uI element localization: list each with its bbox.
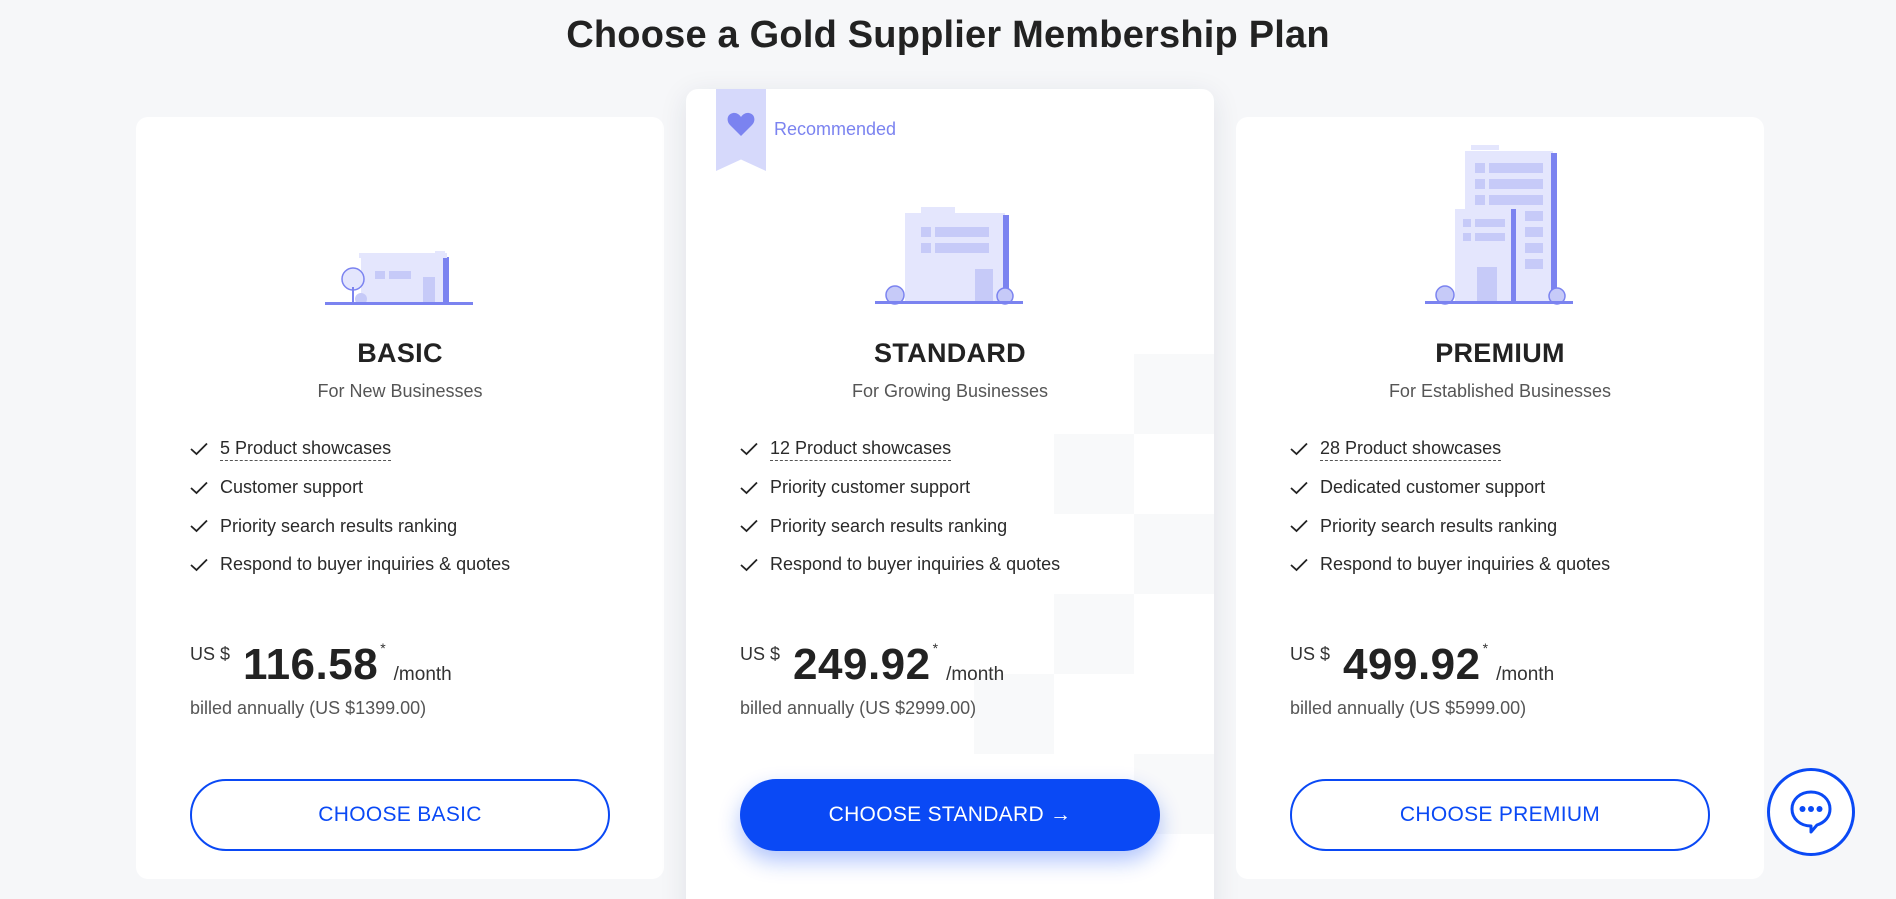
feature-text: Dedicated customer support	[1320, 477, 1546, 498]
check-icon	[1290, 520, 1308, 533]
price: US $ 499.92 * /month	[1290, 640, 1554, 687]
feature-text: Customer support	[220, 477, 364, 498]
feature-text: Priority search results ranking	[1320, 515, 1558, 536]
price-asterisk: *	[380, 640, 386, 656]
price-asterisk: *	[932, 640, 939, 656]
feature-text[interactable]: 12 Product showcases	[770, 438, 952, 461]
feature-item: 5 Product showcases	[190, 430, 510, 469]
feature-item: Dedicated customer support	[1290, 469, 1610, 508]
feature-text: Respond to buyer inquiries & quotes	[1320, 554, 1611, 575]
price-asterisk: *	[1482, 640, 1489, 656]
price: US $ 116.58 * /month	[190, 640, 452, 687]
feature-item: Customer support	[190, 469, 510, 508]
page-title: Choose a Gold Supplier Membership Plan	[566, 14, 1330, 56]
check-icon	[740, 481, 758, 494]
currency-label: US $	[190, 644, 231, 664]
price: US $ 249.92 * /month	[740, 640, 1004, 687]
currency-label: US $	[1290, 644, 1331, 664]
feature-text: Priority search results ranking	[220, 515, 458, 536]
feature-item: 28 Product showcases	[1290, 430, 1610, 469]
price-amount: 499.92	[1343, 640, 1481, 689]
plan-card-premium: PREMIUM For Established Businesses 28 Pr…	[1236, 117, 1764, 879]
check-icon	[740, 443, 758, 456]
price-amount: 116.58	[243, 640, 379, 689]
feature-item: Priority search results ranking	[1290, 507, 1610, 546]
price-period: /month	[393, 664, 452, 685]
choose-standard-button[interactable]: CHOOSE STANDARD →	[740, 779, 1160, 851]
feature-text[interactable]: 28 Product showcases	[1320, 438, 1502, 461]
check-icon	[1290, 558, 1308, 571]
price-period: /month	[946, 664, 1005, 685]
plan-subtitle: For Growing Businesses	[851, 381, 1049, 401]
price-period: /month	[1496, 664, 1555, 685]
check-icon	[740, 520, 758, 533]
check-icon	[1290, 481, 1308, 494]
check-icon	[190, 558, 208, 571]
plan-subtitle: For New Businesses	[317, 381, 483, 401]
choose-basic-button[interactable]: CHOOSE BASIC	[190, 779, 610, 851]
feature-text: Respond to buyer inquiries & quotes	[770, 554, 1061, 575]
check-icon	[190, 481, 208, 494]
feature-text: Priority customer support	[770, 477, 971, 498]
small-shop-icon	[325, 251, 473, 305]
feature-item: Respond to buyer inquiries & quotes	[740, 546, 1060, 585]
feature-item: Respond to buyer inquiries & quotes	[190, 546, 510, 585]
check-icon	[190, 520, 208, 533]
feature-text: Respond to buyer inquiries & quotes	[220, 554, 511, 575]
feature-list: 28 Product showcases Dedicated customer …	[1290, 430, 1610, 584]
billed-annually: billed annually (US $2999.00)	[740, 698, 977, 718]
feature-item: 12 Product showcases	[740, 430, 1060, 469]
feature-list: 5 Product showcases Customer support Pri…	[190, 430, 510, 584]
recommended-ribbon	[716, 89, 766, 171]
chat-bubble-icon	[1790, 790, 1832, 834]
feature-item: Priority search results ranking	[190, 507, 510, 546]
feature-text: Priority search results ranking	[770, 515, 1008, 536]
plan-subtitle: For Established Businesses	[1388, 381, 1612, 401]
check-icon	[740, 558, 758, 571]
chat-button[interactable]	[1767, 768, 1855, 856]
plan-name: BASIC	[357, 338, 443, 368]
price-amount: 249.92	[793, 640, 931, 689]
recommended-label: Recommended	[774, 119, 897, 139]
feature-list: 12 Product showcases Priority customer s…	[740, 430, 1060, 584]
feature-item: Priority customer support	[740, 469, 1060, 508]
plan-card-basic: BASIC For New Businesses 5 Product showc…	[136, 117, 664, 879]
plan-name: STANDARD	[874, 338, 1026, 368]
currency-label: US $	[740, 644, 781, 664]
feature-text[interactable]: 5 Product showcases	[220, 438, 392, 461]
choose-premium-button[interactable]: CHOOSE PREMIUM	[1290, 779, 1710, 851]
check-icon	[1290, 443, 1308, 456]
billed-annually: billed annually (US $5999.00)	[1290, 698, 1527, 718]
tower-building-icon	[1425, 145, 1573, 305]
heart-icon	[727, 112, 755, 136]
billed-annually: billed annually (US $1399.00)	[190, 698, 427, 718]
plan-name: PREMIUM	[1435, 338, 1565, 368]
check-icon	[190, 443, 208, 456]
feature-item: Priority search results ranking	[740, 507, 1060, 546]
office-building-icon	[875, 207, 1023, 305]
plan-card-standard: Recommended STANDARD For Growing Busines…	[686, 89, 1214, 899]
feature-item: Respond to buyer inquiries & quotes	[1290, 546, 1610, 585]
